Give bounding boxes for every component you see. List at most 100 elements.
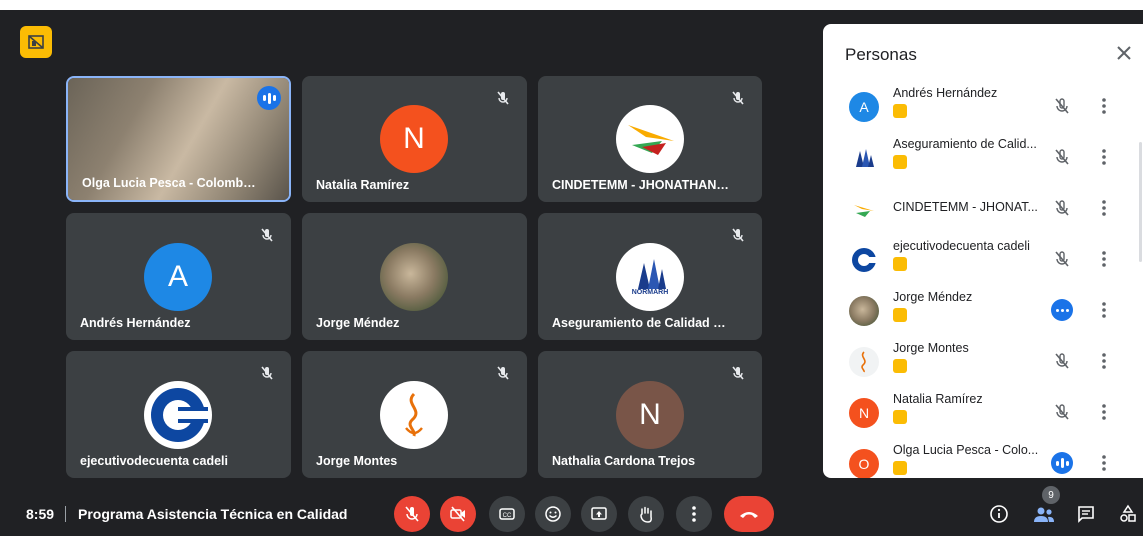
- mic-off-icon[interactable]: [1053, 199, 1071, 217]
- host-tag-icon: [893, 257, 907, 271]
- mic-off-icon: [405, 506, 419, 522]
- flame-logo-icon: [405, 392, 423, 437]
- avatar: [380, 381, 448, 449]
- more-options-icon[interactable]: [1101, 148, 1107, 166]
- mic-off-icon: [497, 366, 509, 380]
- person-name: Aseguramiento de Calid...: [893, 137, 1037, 151]
- avatar: N: [380, 105, 448, 173]
- participant-tile-jorge-montes[interactable]: Jorge Montes: [302, 351, 527, 478]
- person-name: Natalia Ramírez: [893, 392, 983, 406]
- avatar: [849, 143, 879, 173]
- list-item[interactable]: Jorge Méndez: [823, 284, 1143, 335]
- meeting-title: Programa Asistencia Técnica en Calidad: [78, 506, 348, 522]
- normarh-logo-icon: [856, 149, 874, 167]
- mic-off-icon: [732, 91, 744, 105]
- more-options-icon[interactable]: [1101, 454, 1107, 472]
- list-item[interactable]: CINDETEMM - JHONAT...: [823, 182, 1143, 233]
- more-options-icon[interactable]: [1101, 199, 1107, 217]
- meeting-clock: 8:59: [26, 506, 55, 522]
- people-button[interactable]: [1032, 502, 1056, 526]
- participant-tile-natalia[interactable]: N Natalia Ramírez: [302, 76, 527, 202]
- participant-tile-ejecutivo[interactable]: ejecutivodecuenta cadeli: [66, 351, 291, 478]
- mic-toggle-button[interactable]: [394, 496, 430, 532]
- captions-icon: CC: [499, 508, 515, 520]
- avatar: [849, 194, 879, 224]
- cindetemm-logo-icon: [854, 205, 874, 217]
- panel-title: Personas: [845, 45, 917, 64]
- participant-tile-nathalia[interactable]: N Nathalia Cardona Trejos: [538, 351, 762, 478]
- meeting-details-button[interactable]: [987, 502, 1011, 526]
- host-controls-icon[interactable]: [20, 26, 52, 58]
- mic-off-icon: [497, 91, 509, 105]
- person-name: Olga Lucia Pesca - Colo...: [893, 443, 1039, 457]
- leave-call-button[interactable]: [724, 496, 774, 532]
- avatar: NORMARH: [616, 243, 684, 311]
- mic-off-icon[interactable]: [1053, 352, 1071, 370]
- reactions-button[interactable]: [535, 496, 571, 532]
- captions-button[interactable]: CC: [489, 496, 525, 532]
- info-icon: [990, 505, 1008, 523]
- participant-tile-cindetemm[interactable]: CINDETEMM - JHONATHAN T...: [538, 76, 762, 202]
- mic-off-icon[interactable]: [1053, 403, 1071, 421]
- normarh-logo-icon: [638, 258, 666, 289]
- cadeli-logo-icon: [852, 248, 877, 272]
- more-options-icon[interactable]: [1101, 301, 1107, 319]
- more-options-icon[interactable]: [1101, 97, 1107, 115]
- camera-toggle-button[interactable]: [440, 496, 476, 532]
- cadeli-logo-icon: [151, 388, 208, 442]
- mic-off-icon[interactable]: [1053, 97, 1071, 115]
- person-name: ejecutivodecuenta cadeli: [893, 239, 1030, 253]
- mic-off-icon: [732, 366, 744, 380]
- list-item[interactable]: Jorge Montes: [823, 335, 1143, 386]
- flame-logo-icon: [861, 351, 866, 373]
- activities-icon: [1120, 504, 1136, 522]
- present-screen-icon: [591, 507, 607, 520]
- chat-button[interactable]: [1074, 502, 1098, 526]
- close-icon[interactable]: [1113, 42, 1135, 64]
- participant-tile-aseguramiento[interactable]: NORMARH Aseguramiento de Calidad Nor...: [538, 213, 762, 340]
- list-item[interactable]: ejecutivodecuenta cadeli: [823, 233, 1143, 284]
- chat-icon: [1078, 506, 1094, 523]
- person-name: Jorge Montes: [893, 341, 969, 355]
- host-tag-icon: [893, 104, 907, 118]
- avatar: [144, 381, 212, 449]
- tile-name: ejecutivodecuenta cadeli: [80, 454, 228, 468]
- avatar: A: [849, 92, 879, 122]
- cindetemm-logo-icon: [628, 125, 674, 155]
- svg-text:CC: CC: [503, 513, 512, 519]
- mic-off-icon: [261, 366, 273, 380]
- tile-name: Nathalia Cardona Trejos: [552, 454, 696, 468]
- tile-name: Natalia Ramírez: [316, 178, 410, 192]
- more-options-icon[interactable]: [1101, 250, 1107, 268]
- more-options-button[interactable]: [676, 496, 712, 532]
- raise-hand-button[interactable]: [628, 496, 664, 532]
- avatar-photo: [849, 296, 879, 326]
- list-item[interactable]: A Andrés Hernández: [823, 80, 1143, 131]
- participant-tile-olga[interactable]: Olga Lucia Pesca - Colombia P...: [66, 76, 291, 202]
- list-item[interactable]: Aseguramiento de Calid...: [823, 131, 1143, 182]
- list-item[interactable]: O Olga Lucia Pesca - Colo...: [823, 437, 1143, 478]
- more-options-icon[interactable]: [1101, 403, 1107, 421]
- mic-off-icon[interactable]: [1053, 148, 1071, 166]
- person-name: Jorge Méndez: [893, 290, 973, 304]
- avatar: [616, 105, 684, 173]
- avatar-photo: [380, 243, 448, 311]
- hand-icon: [640, 506, 652, 523]
- person-name: Andrés Hernández: [893, 86, 998, 100]
- avatar: O: [849, 449, 879, 478]
- present-button[interactable]: [581, 496, 617, 532]
- list-item[interactable]: N Natalia Ramírez: [823, 386, 1143, 437]
- mic-off-icon: [732, 228, 744, 242]
- more-options-icon[interactable]: [1101, 352, 1107, 370]
- activities-button[interactable]: [1116, 502, 1140, 526]
- host-tag-icon: [893, 461, 907, 475]
- top-strip: [0, 0, 1143, 10]
- people-icon: [1034, 507, 1054, 522]
- person-name: CINDETEMM - JHONAT...: [893, 200, 1038, 214]
- divider: [65, 506, 66, 522]
- participant-tile-andres[interactable]: A Andrés Hernández: [66, 213, 291, 340]
- mic-off-icon[interactable]: [1053, 250, 1071, 268]
- host-tag-icon: [893, 410, 907, 424]
- avatar: N: [849, 398, 879, 428]
- participant-tile-jorge-mendez[interactable]: Jorge Méndez: [302, 213, 527, 340]
